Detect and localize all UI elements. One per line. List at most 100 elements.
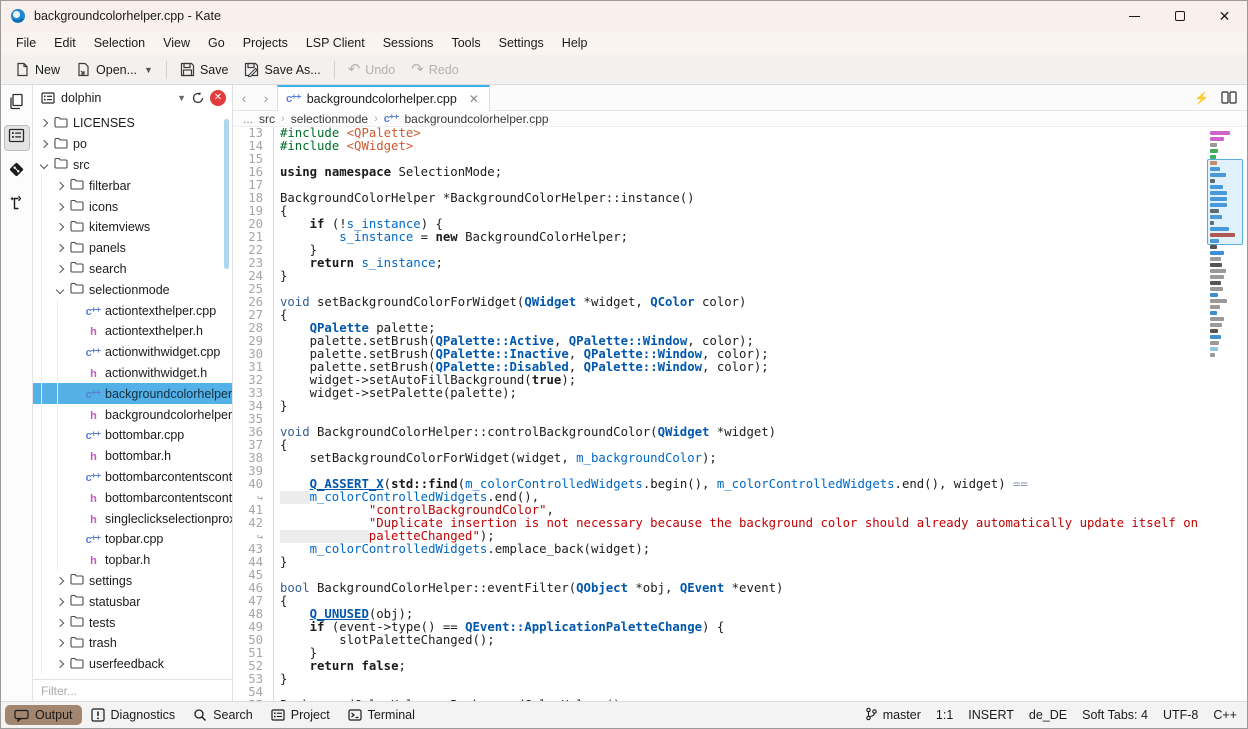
tree-item-backgroundcolorhelper-c-[interactable]: c⁺⁺backgroundcolorhelper.c... bbox=[33, 383, 232, 404]
tree-indent-guide bbox=[57, 404, 65, 425]
tree-item-bottombarcontentscont-[interactable]: hbottombarcontentscont... bbox=[33, 487, 232, 508]
tab-close-icon[interactable]: ✕ bbox=[469, 92, 479, 106]
menu-selection[interactable]: Selection bbox=[85, 33, 154, 53]
undo-button[interactable]: ↶Undo bbox=[340, 58, 403, 81]
breadcrumb-ellipsis[interactable]: ... bbox=[243, 112, 253, 126]
statusbar-c-[interactable]: C++ bbox=[1213, 708, 1237, 722]
statusbar-output-button[interactable]: Output bbox=[5, 705, 82, 725]
tree-item-licenses[interactable]: LICENSES bbox=[33, 113, 232, 134]
save-button[interactable]: Save bbox=[172, 58, 237, 81]
tree-item-po[interactable]: po bbox=[33, 134, 232, 155]
tree-item-actionwithwidget-h[interactable]: hactionwithwidget.h bbox=[33, 363, 232, 384]
split-view-icon[interactable] bbox=[1221, 91, 1237, 104]
close-button[interactable]: ✕ bbox=[1202, 1, 1247, 31]
statusbar-diagnostics-button[interactable]: Diagnostics bbox=[82, 705, 185, 725]
toolbar-button-label: Save As... bbox=[264, 63, 320, 77]
header-file-icon: h bbox=[85, 324, 101, 338]
tree-item-trash[interactable]: trash bbox=[33, 633, 232, 654]
redo-button[interactable]: ↷Redo bbox=[403, 58, 466, 81]
menu-lsp-client[interactable]: LSP Client bbox=[297, 33, 374, 53]
statusbar-de-de[interactable]: de_DE bbox=[1029, 708, 1067, 722]
tree-item-actiontexthelper-h[interactable]: hactiontexthelper.h bbox=[33, 321, 232, 342]
tree-item-actiontexthelper-cpp[interactable]: c⁺⁺actiontexthelper.cpp bbox=[33, 300, 232, 321]
minimap-scrollbar[interactable] bbox=[1207, 129, 1243, 701]
chevron-collapsed-icon[interactable] bbox=[53, 595, 67, 609]
statusbar-master[interactable]: master bbox=[865, 707, 921, 724]
menu-help[interactable]: Help bbox=[553, 33, 597, 53]
toolbar-button-label: New bbox=[35, 63, 60, 77]
chevron-collapsed-icon[interactable] bbox=[53, 262, 67, 276]
breadcrumb-segment-src[interactable]: src bbox=[259, 112, 275, 126]
tree-item-kitemviews[interactable]: kitemviews bbox=[33, 217, 232, 238]
lsp-quick-action-icon[interactable]: ⚡ bbox=[1194, 91, 1209, 105]
chevron-collapsed-icon[interactable] bbox=[53, 636, 67, 650]
tree-item-bottombar-h[interactable]: hbottombar.h bbox=[33, 446, 232, 467]
menu-edit[interactable]: Edit bbox=[45, 33, 85, 53]
sidebar-tool-projects[interactable] bbox=[4, 125, 30, 151]
tree-item-statusbar[interactable]: statusbar bbox=[33, 591, 232, 612]
chevron-collapsed-icon[interactable] bbox=[37, 116, 51, 130]
sidebar-tool-symbols[interactable] bbox=[4, 193, 30, 219]
sidebar-tool-documents[interactable] bbox=[4, 91, 30, 117]
menu-settings[interactable]: Settings bbox=[490, 33, 553, 53]
filter-input[interactable] bbox=[33, 680, 232, 701]
code-editor[interactable]: 13#include <QPalette>14#include <QWidget… bbox=[233, 127, 1247, 701]
tree-item-src[interactable]: src bbox=[33, 155, 232, 176]
tree-item-actionwithwidget-cpp[interactable]: c⁺⁺actionwithwidget.cpp bbox=[33, 342, 232, 363]
tree-item-topbar-h[interactable]: htopbar.h bbox=[33, 550, 232, 571]
statusbar-search-button[interactable]: Search bbox=[184, 705, 262, 725]
tree-item-bottombarcontentscont-[interactable]: c⁺⁺bottombarcontentscont... bbox=[33, 467, 232, 488]
menu-sessions[interactable]: Sessions bbox=[374, 33, 443, 53]
tree-item-backgroundcolorhelper-h[interactable]: hbackgroundcolorhelper.h bbox=[33, 404, 232, 425]
tree-item-bottombar-cpp[interactable]: c⁺⁺bottombar.cpp bbox=[33, 425, 232, 446]
tab-backgroundcolorhelper[interactable]: c⁺⁺ backgroundcolorhelper.cpp ✕ bbox=[277, 85, 490, 111]
menu-go[interactable]: Go bbox=[199, 33, 234, 53]
breadcrumb-segment-selectionmode[interactable]: selectionmode bbox=[291, 112, 368, 126]
tree-scrollbar[interactable] bbox=[224, 119, 229, 269]
statusbar-soft-tabs-4[interactable]: Soft Tabs: 4 bbox=[1082, 708, 1148, 722]
chevron-expanded-icon[interactable] bbox=[37, 158, 51, 172]
chevron-expanded-icon[interactable] bbox=[53, 283, 67, 297]
chevron-collapsed-icon[interactable] bbox=[37, 137, 51, 151]
statusbar-1-1[interactable]: 1:1 bbox=[936, 708, 953, 722]
tree-item-userfeedback[interactable]: userfeedback bbox=[33, 654, 232, 675]
menu-tools[interactable]: Tools bbox=[442, 33, 489, 53]
project-selector[interactable]: dolphin ▼ bbox=[41, 91, 186, 105]
open-button[interactable]: Open...▼ bbox=[68, 58, 161, 81]
gutter-separator bbox=[273, 153, 274, 166]
chevron-collapsed-icon[interactable] bbox=[53, 179, 67, 193]
tree-item-selectionmode[interactable]: selectionmode bbox=[33, 279, 232, 300]
tree-item-topbar-cpp[interactable]: c⁺⁺topbar.cpp bbox=[33, 529, 232, 550]
save-as-button[interactable]: Save As... bbox=[236, 58, 328, 81]
tree-item-search[interactable]: search bbox=[33, 259, 232, 280]
statusbar-terminal-button[interactable]: Terminal bbox=[339, 705, 424, 725]
refresh-project-button[interactable] bbox=[191, 91, 205, 105]
chevron-collapsed-icon[interactable] bbox=[53, 241, 67, 255]
nav-back-button[interactable]: ‹ bbox=[233, 90, 255, 106]
tree-item-settings[interactable]: settings bbox=[33, 571, 232, 592]
statusbar-project-button[interactable]: Project bbox=[262, 705, 339, 725]
statusbar-utf-8[interactable]: UTF-8 bbox=[1163, 708, 1198, 722]
maximize-button[interactable] bbox=[1157, 1, 1202, 31]
chevron-collapsed-icon[interactable] bbox=[53, 200, 67, 214]
menu-projects[interactable]: Projects bbox=[234, 33, 297, 53]
tree-item-filterbar[interactable]: filterbar bbox=[33, 175, 232, 196]
chevron-collapsed-icon[interactable] bbox=[53, 616, 67, 630]
new-button[interactable]: New bbox=[7, 58, 68, 81]
tree-item-panels[interactable]: panels bbox=[33, 238, 232, 259]
menu-view[interactable]: View bbox=[154, 33, 199, 53]
close-panel-button[interactable]: ✕ bbox=[210, 90, 226, 106]
statusbar-insert[interactable]: INSERT bbox=[968, 708, 1014, 722]
chevron-collapsed-icon[interactable] bbox=[53, 574, 67, 588]
chevron-collapsed-icon[interactable] bbox=[53, 220, 67, 234]
sidebar-tool-git[interactable] bbox=[4, 159, 30, 185]
minimap-viewport[interactable] bbox=[1207, 159, 1243, 245]
tree-item-tests[interactable]: tests bbox=[33, 612, 232, 633]
nav-forward-button[interactable]: › bbox=[255, 90, 277, 106]
tree-item-singleclickselectionproxy-[interactable]: hsingleclickselectionproxy... bbox=[33, 508, 232, 529]
tree-item-icons[interactable]: icons bbox=[33, 196, 232, 217]
minimize-button[interactable] bbox=[1112, 1, 1157, 31]
menu-file[interactable]: File bbox=[7, 33, 45, 53]
breadcrumb-file[interactable]: backgroundcolorhelper.cpp bbox=[404, 112, 548, 126]
chevron-collapsed-icon[interactable] bbox=[53, 657, 67, 671]
